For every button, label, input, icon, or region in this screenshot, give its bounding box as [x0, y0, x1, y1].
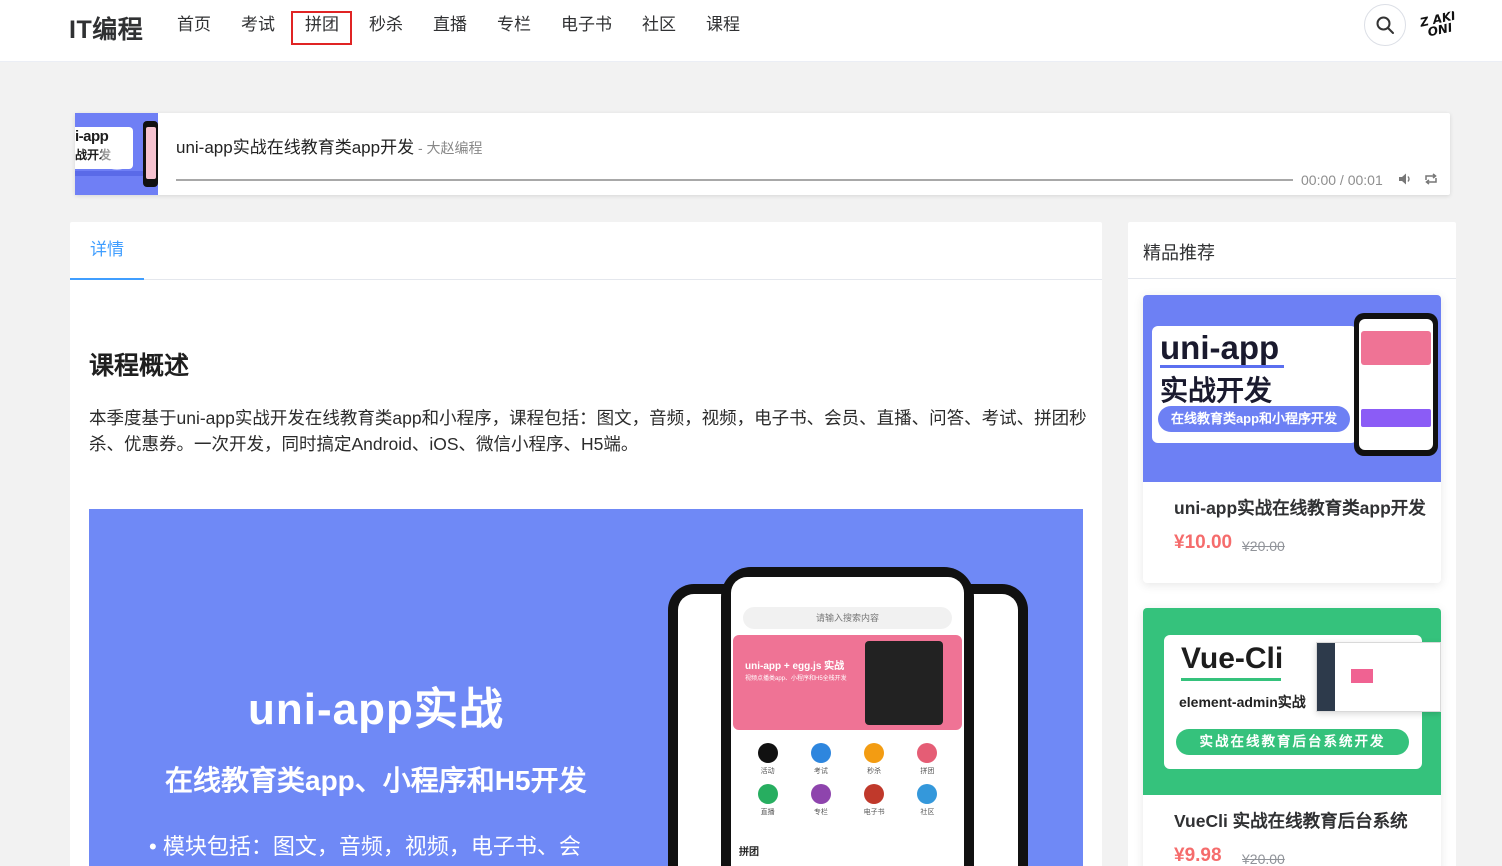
course-description: 本季度基于uni-app实战开发在线教育类app和小程序，课程包括：图文，音频，… — [89, 408, 1087, 454]
play-icon[interactable] — [101, 138, 133, 170]
recommend-card[interactable]: uni-app 实战开发 在线教育类app和小程序开发 uni-app实战在线教… — [1143, 295, 1441, 583]
recommend-cover[interactable]: uni-app 实战开发 在线教育类app和小程序开发 — [1143, 295, 1441, 482]
recommend-old-price: ¥20.00 — [1242, 851, 1285, 866]
cover-phone-card — [1361, 331, 1431, 365]
top-navbar: IT编程 首页 考试 拼团 秒杀 直播 专栏 电子书 社区 课程 Z AKI O… — [0, 0, 1502, 62]
phone-icon-item: 考试 — [794, 743, 847, 776]
cover-title: uni-app — [1160, 329, 1280, 366]
progress-bar[interactable] — [176, 179, 1293, 181]
site-logo[interactable]: IT编程 — [69, 10, 143, 46]
audio-player: i-app 战开发 uni-app实战在线教育类app开发 - 大赵编程 00:… — [75, 113, 1450, 195]
cover-title: Vue-Cli — [1181, 642, 1284, 675]
recommend-name[interactable]: uni-app实战在线教育类app开发 — [1174, 495, 1426, 520]
cover-subtitle: element-admin实战 — [1179, 694, 1306, 710]
user-avatar[interactable]: Z AKI ONI — [1415, 1, 1463, 49]
volume-icon[interactable] — [1397, 171, 1413, 192]
cover-band — [75, 171, 143, 176]
cover-pill: 在线教育类app和小程序开发 — [1158, 406, 1350, 432]
nav-item-ebook[interactable]: 电子书 — [546, 0, 627, 50]
phone-icon-item: 直播 — [741, 784, 794, 817]
recommend-cover[interactable]: Vue-Cli element-admin实战 实战在线教育后台系统开发 — [1143, 608, 1441, 795]
phone-search: 请输入搜索内容 — [743, 607, 952, 629]
player-cover[interactable]: i-app 战开发 — [75, 113, 158, 195]
recommend-title: 精品推荐 — [1143, 243, 1215, 263]
banner-bullet: • 模块包括：图文，音频，视频，电子书、会 — [149, 834, 581, 859]
cover-screenshot — [1316, 642, 1441, 712]
recommend-old-price: ¥20.00 — [1242, 538, 1285, 554]
banner-title: uni-app实战 — [248, 685, 504, 734]
recommend-card[interactable]: Vue-Cli element-admin实战 实战在线教育后台系统开发 Vue… — [1143, 608, 1441, 866]
course-detail-panel: 详情 课程概述 本季度基于uni-app实战开发在线教育类app和小程序，课程包… — [70, 222, 1102, 866]
cover-phone — [143, 121, 158, 187]
phone-card-title: uni-app + egg.js 实战 — [745, 661, 845, 672]
nav-item-group-buy[interactable]: 拼团 — [290, 0, 354, 50]
tab-details[interactable]: 详情 — [70, 222, 144, 280]
phone-icon-grid: 活动 考试 秒杀 拼团 直播 专栏 电子书 社区 — [741, 743, 954, 817]
recommend-price: ¥9.98 — [1174, 845, 1222, 866]
cover-phone-strip — [1361, 409, 1431, 427]
nav-item-column[interactable]: 专栏 — [482, 0, 546, 50]
nav-item-community[interactable]: 社区 — [627, 0, 691, 50]
phone-mockup-front: 请输入搜索内容 uni-app + egg.js 实战 视频点播类app、小程序… — [721, 567, 974, 866]
course-banner-image: uni-app实战 在线教育类app、小程序和H5开发 • 模块包括：图文，音频… — [89, 509, 1083, 866]
nav-item-flash-sale[interactable]: 秒杀 — [354, 0, 418, 50]
nav-item-home[interactable]: 首页 — [162, 0, 226, 50]
player-title: uni-app实战在线教育类app开发 - 大赵编程 — [176, 133, 483, 158]
banner-subtitle: 在线教育类app、小程序和H5开发 — [165, 765, 587, 796]
cover-underline — [1181, 678, 1281, 681]
player-time: 00:00 / 00:01 — [1301, 172, 1383, 188]
recommend-header: 精品推荐 — [1128, 222, 1456, 279]
recommend-price: ¥10.00 — [1174, 532, 1233, 553]
phone-icon-item: 秒杀 — [848, 743, 901, 776]
phone-icon-item: 社区 — [901, 784, 954, 817]
phone-icon-item: 电子书 — [848, 784, 901, 817]
section-title: 课程概述 — [89, 352, 190, 380]
cover-pill: 实战在线教育后台系统开发 — [1176, 729, 1409, 755]
phone-icon-item: 活动 — [741, 743, 794, 776]
nav-item-live[interactable]: 直播 — [418, 0, 482, 50]
cover-text-1: i-app — [75, 128, 109, 145]
detail-tabs: 详情 — [70, 222, 1102, 280]
nav-item-exam[interactable]: 考试 — [226, 0, 290, 50]
phone-icon-item: 拼团 — [901, 743, 954, 776]
recommend-panel: 精品推荐 uni-app 实战开发 在线教育类app和小程序开发 uni-app… — [1128, 222, 1456, 866]
player-track-title: uni-app实战在线教育类app开发 — [176, 138, 415, 157]
main-nav: 首页 考试 拼团 秒杀 直播 专栏 电子书 社区 课程 — [162, 0, 755, 50]
phone-promo-card: uni-app + egg.js 实战 视频点播类app、小程序和H5全栈开发 — [733, 635, 962, 730]
cover-subtitle: 实战开发 — [1160, 375, 1273, 406]
cover-underline — [1160, 365, 1284, 368]
search-button[interactable] — [1364, 4, 1406, 46]
recommend-name[interactable]: VueCli 实战在线教育后台系统 — [1174, 808, 1408, 833]
player-author: - 大赵编程 — [414, 140, 483, 156]
phone-section-title: 拼团 — [739, 847, 759, 858]
nav-item-course[interactable]: 课程 — [691, 0, 755, 50]
phone-card-subtitle: 视频点播类app、小程序和H5全栈开发 — [745, 676, 847, 682]
loop-icon[interactable] — [1423, 171, 1439, 192]
phone-card-media — [865, 641, 943, 725]
phone-icon-item: 专栏 — [794, 784, 847, 817]
search-icon — [1376, 16, 1394, 34]
